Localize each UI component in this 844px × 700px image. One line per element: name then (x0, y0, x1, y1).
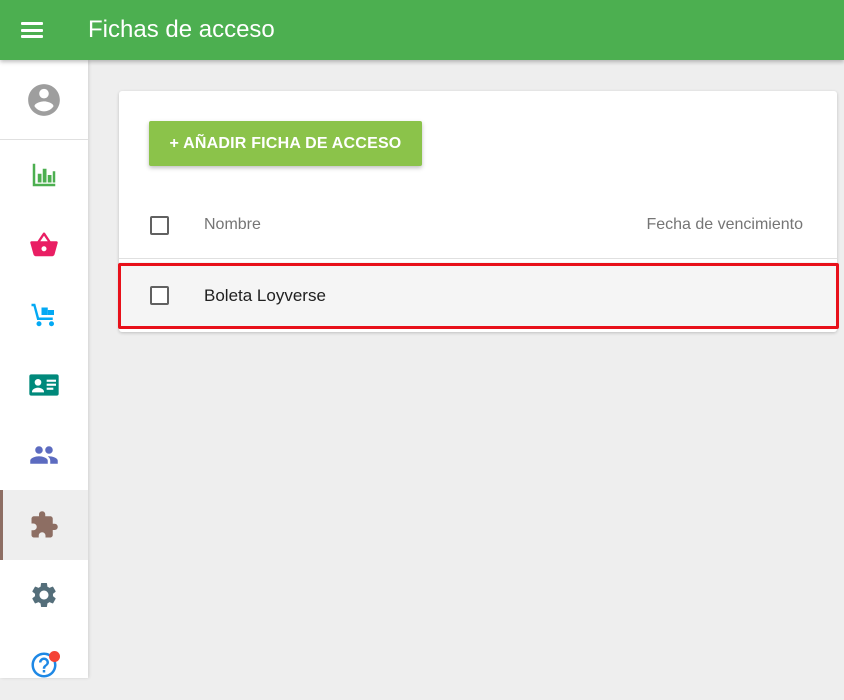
contact-card-icon (29, 374, 59, 396)
sidebar-item-profile[interactable] (0, 60, 88, 140)
access-tokens-card: + AÑADIR FICHA DE ACCESO Nombre Fecha de… (119, 91, 837, 332)
sidebar-item-help[interactable] (0, 630, 88, 700)
row-checkbox[interactable] (150, 286, 169, 305)
table-header: Nombre Fecha de vencimiento (119, 194, 837, 259)
column-header-name: Nombre (204, 216, 261, 233)
select-all-checkbox[interactable] (150, 216, 169, 235)
sidebar (0, 60, 88, 678)
add-access-token-button[interactable]: + AÑADIR FICHA DE ACCESO (149, 121, 422, 166)
menu-button[interactable] (21, 18, 63, 42)
puzzle-icon (31, 511, 58, 538)
row-name: Boleta Loyverse (204, 286, 326, 305)
sidebar-item-inventory[interactable] (0, 280, 88, 350)
hand-truck-icon (31, 303, 54, 327)
gear-icon (32, 583, 56, 607)
people-icon (30, 446, 58, 464)
sidebar-item-employees[interactable] (0, 420, 88, 490)
column-header-expiry: Fecha de vencimiento (646, 216, 803, 233)
bar-chart-icon (32, 163, 56, 187)
sidebar-item-reports[interactable] (0, 140, 88, 210)
table-row[interactable]: Boleta Loyverse (119, 262, 837, 328)
page-title: Fichas de acceso (88, 16, 275, 43)
sidebar-item-integrations[interactable] (0, 490, 88, 560)
sidebar-item-items[interactable] (0, 210, 88, 280)
top-app-bar: Fichas de acceso (0, 0, 844, 60)
account-circle-icon (28, 83, 60, 116)
sidebar-item-customers[interactable] (0, 350, 88, 420)
sidebar-item-settings[interactable] (0, 560, 88, 630)
hamburger-menu-icon (21, 18, 63, 38)
basket-icon (30, 232, 58, 257)
notification-badge (49, 651, 60, 662)
